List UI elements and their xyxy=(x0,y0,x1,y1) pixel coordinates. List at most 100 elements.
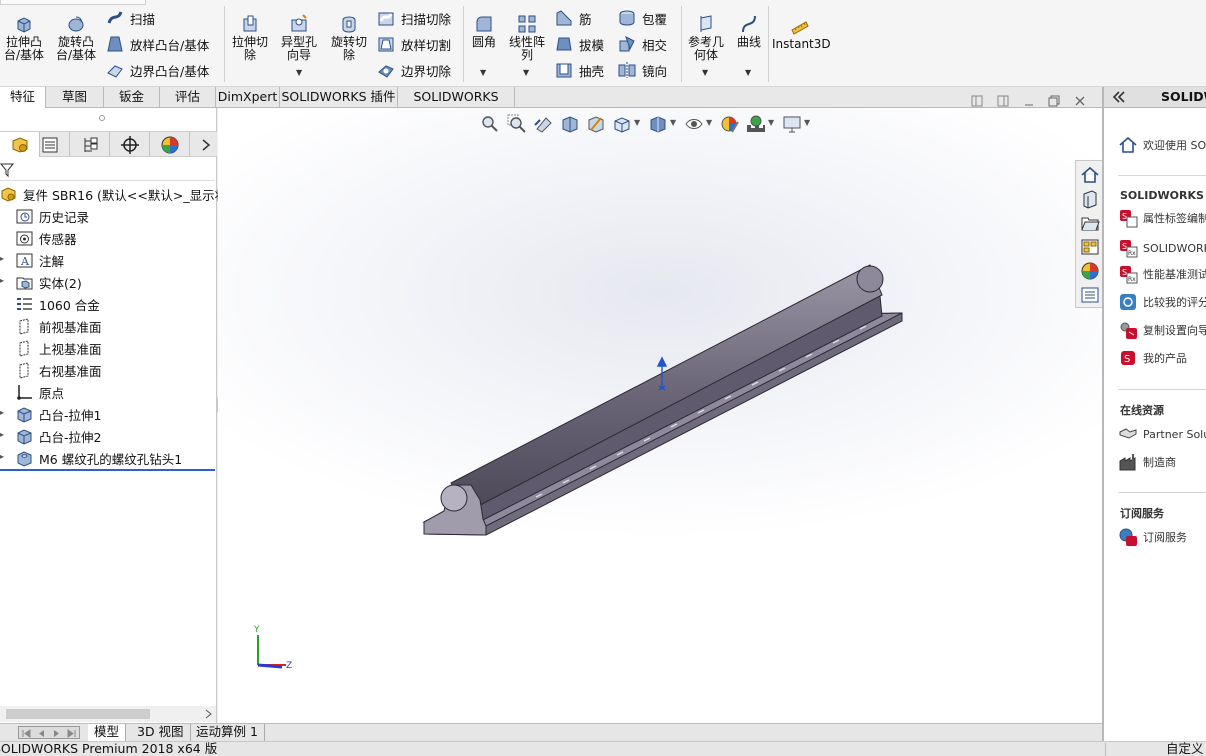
chevron-right-icon[interactable] xyxy=(201,139,211,151)
tree-item-right-plane[interactable]: 右视基准面 xyxy=(16,359,102,381)
tool-link-performance-benchmark[interactable]: S Rx 性能基准测试 xyxy=(1118,264,1206,284)
tool-link-copy-settings-wizard[interactable]: 复制设置向导 xyxy=(1118,320,1206,340)
panel-collapse-handle[interactable] xyxy=(99,115,105,121)
loft-boss-button[interactable]: 放样凸台/基体 xyxy=(106,34,209,54)
expand-arrow-icon[interactable]: ▸ xyxy=(0,254,6,263)
first-tab-icon[interactable] xyxy=(22,729,31,738)
boundary-cut-button[interactable]: 边界切除 xyxy=(377,60,451,80)
online-link-partner-solutions[interactable]: Partner Solutions xyxy=(1118,424,1206,444)
tree-item-history[interactable]: 历史记录 xyxy=(16,205,89,227)
tile-right-icon[interactable] xyxy=(997,95,1009,107)
curves-button[interactable]: 曲线 xyxy=(734,14,764,49)
boundary-boss-button[interactable]: 边界凸台/基体 xyxy=(106,60,209,80)
fillet-icon xyxy=(476,16,492,32)
tree-item-top-plane[interactable]: 上视基准面 xyxy=(16,337,102,359)
tool-link-compare-score[interactable]: 比较我的评分 xyxy=(1118,292,1206,312)
instant3d-button[interactable]: Instant3D xyxy=(772,16,831,51)
revolve-boss-button[interactable]: 旋转凸台/基体 xyxy=(54,14,98,62)
tab-solidworks-mbd[interactable]: SOLIDWORKS MBD xyxy=(398,87,515,124)
rib-button[interactable]: 筋 xyxy=(555,8,592,28)
tool-link-property-tab-builder[interactable]: S 属性标签编制程序 xyxy=(1118,208,1206,228)
reference-geometry-dropdown[interactable]: ▼ xyxy=(702,68,708,77)
tab-solidworks-addins[interactable]: SOLIDWORKS 插件 xyxy=(280,87,398,108)
tree-item-hole-wizard-feature[interactable]: M6 螺纹孔的螺纹孔钻头1 xyxy=(16,447,182,469)
last-tab-icon[interactable] xyxy=(67,729,76,738)
tree-root-part[interactable]: 复件 SBR16 (默认<<默认>_显示状态 xyxy=(0,183,240,205)
extrude-cut-button[interactable]: 拉伸切除 xyxy=(230,14,270,62)
tab-dimxpert[interactable]: DimXpert xyxy=(216,87,280,108)
home-icon[interactable] xyxy=(1080,165,1100,185)
next-tab-icon[interactable] xyxy=(52,729,61,738)
view-palette-icon[interactable] xyxy=(1080,237,1100,257)
status-customize[interactable]: 自定义 xyxy=(1166,742,1204,756)
tab-features[interactable]: 特征 xyxy=(0,87,46,109)
scroll-right-icon[interactable] xyxy=(205,709,213,719)
filter-icon[interactable] xyxy=(0,162,14,178)
tree-item-boss-extrude1[interactable]: 凸台-拉伸1 xyxy=(16,403,101,425)
tree-item-material[interactable]: 1060 合金 xyxy=(16,293,100,315)
appearances-icon[interactable] xyxy=(1080,261,1100,281)
tab-sheet-metal[interactable]: 钣金 xyxy=(104,87,160,108)
reference-geometry-button[interactable]: 参考几何体 xyxy=(686,14,726,62)
prev-tab-icon[interactable] xyxy=(37,729,46,738)
rollback-bar[interactable] xyxy=(0,469,215,471)
tree-item-front-plane[interactable]: 前视基准面 xyxy=(16,315,102,337)
tool-link-my-products[interactable]: S 我的产品 xyxy=(1118,348,1187,368)
mirror-button[interactable]: 镜向 xyxy=(618,60,667,80)
tree-item-annotations[interactable]: A 注解 xyxy=(16,249,64,271)
wrap-button[interactable]: 包覆 xyxy=(618,8,667,28)
tab-model[interactable]: 模型 xyxy=(88,724,127,741)
shell-button[interactable]: 抽壳 xyxy=(555,60,604,80)
tab-3d-views[interactable]: 3D 视图 xyxy=(131,724,191,741)
revolve-cut-button[interactable]: 旋转切除 xyxy=(327,14,371,62)
rail-part-model[interactable] xyxy=(218,108,1102,723)
tab-motion-study-1[interactable]: 运动算例 1 xyxy=(190,724,265,741)
display-manager-tab[interactable] xyxy=(150,132,190,157)
fillet-dropdown[interactable]: ▼ xyxy=(480,68,486,77)
hole-wizard-dropdown[interactable]: ▼ xyxy=(296,68,302,77)
restore-icon[interactable] xyxy=(1048,95,1060,107)
scrollbar-thumb[interactable] xyxy=(6,709,150,719)
property-manager-tab[interactable] xyxy=(30,132,70,157)
tree-filter-bar[interactable] xyxy=(0,159,215,181)
tile-left-icon[interactable] xyxy=(971,95,983,107)
compare-score-icon xyxy=(1120,294,1136,310)
tab-sketch[interactable]: 草图 xyxy=(46,87,104,108)
swept-boss-button[interactable]: 扫描 xyxy=(106,8,155,28)
expand-arrow-icon[interactable]: ▸ xyxy=(0,452,6,461)
curves-dropdown[interactable]: ▼ xyxy=(745,68,751,77)
extrude-boss-button[interactable]: 拉伸凸台/基体 xyxy=(2,14,46,62)
expand-arrow-icon[interactable]: ▸ xyxy=(0,408,6,417)
draft-button[interactable]: 拔模 xyxy=(555,34,604,54)
expand-arrow-icon[interactable]: ▸ xyxy=(0,276,6,285)
intersect-button[interactable]: 相交 xyxy=(618,34,667,54)
file-explorer-icon[interactable] xyxy=(1080,213,1100,233)
tab-scroll-buttons[interactable] xyxy=(18,726,80,739)
dimxpert-manager-tab[interactable] xyxy=(110,132,150,157)
subscription-link[interactable]: 订阅服务 xyxy=(1118,527,1187,547)
expand-arrow-icon[interactable]: ▸ xyxy=(0,430,6,439)
swept-cut-button[interactable]: 扫描切除 xyxy=(377,8,451,28)
tool-link-solidworks-rx[interactable]: SRx SOLIDWORKS Rx xyxy=(1118,238,1206,258)
tree-item-solid-bodies[interactable]: 实体(2) xyxy=(16,271,82,293)
close-icon[interactable] xyxy=(1074,95,1086,107)
tree-item-sensors[interactable]: 传感器 xyxy=(16,227,77,249)
horizontal-scrollbar[interactable] xyxy=(0,706,216,722)
hole-wizard-button[interactable]: 异型孔向导 xyxy=(278,14,320,62)
welcome-link[interactable]: 欢迎使用 SOLIDWORKS xyxy=(1118,135,1206,155)
linear-pattern-button[interactable]: 线性阵列 xyxy=(506,14,548,62)
minimize-icon[interactable] xyxy=(1023,95,1035,107)
custom-properties-icon[interactable] xyxy=(1080,285,1100,305)
loft-cut-button[interactable]: 放样切割 xyxy=(377,34,451,54)
linear-pattern-dropdown[interactable]: ▼ xyxy=(523,68,529,77)
fillet-button[interactable]: 圆角 xyxy=(468,14,500,49)
design-library-icon[interactable] xyxy=(1080,189,1100,209)
configuration-manager-tab[interactable] xyxy=(70,132,110,157)
collapse-double-chevron-icon[interactable] xyxy=(1112,91,1126,103)
tree-item-origin[interactable]: 原点 xyxy=(16,381,64,403)
online-link-manufacturers[interactable]: 制造商 xyxy=(1118,452,1176,472)
tree-item-boss-extrude2[interactable]: 凸台-拉伸2 xyxy=(16,425,101,447)
manager-tab-bar xyxy=(0,131,217,157)
tab-evaluate[interactable]: 评估 xyxy=(160,87,216,108)
graphics-viewport[interactable]: ▼ ▼ ▼ ▼ ▼ Y Z xyxy=(218,108,1102,723)
